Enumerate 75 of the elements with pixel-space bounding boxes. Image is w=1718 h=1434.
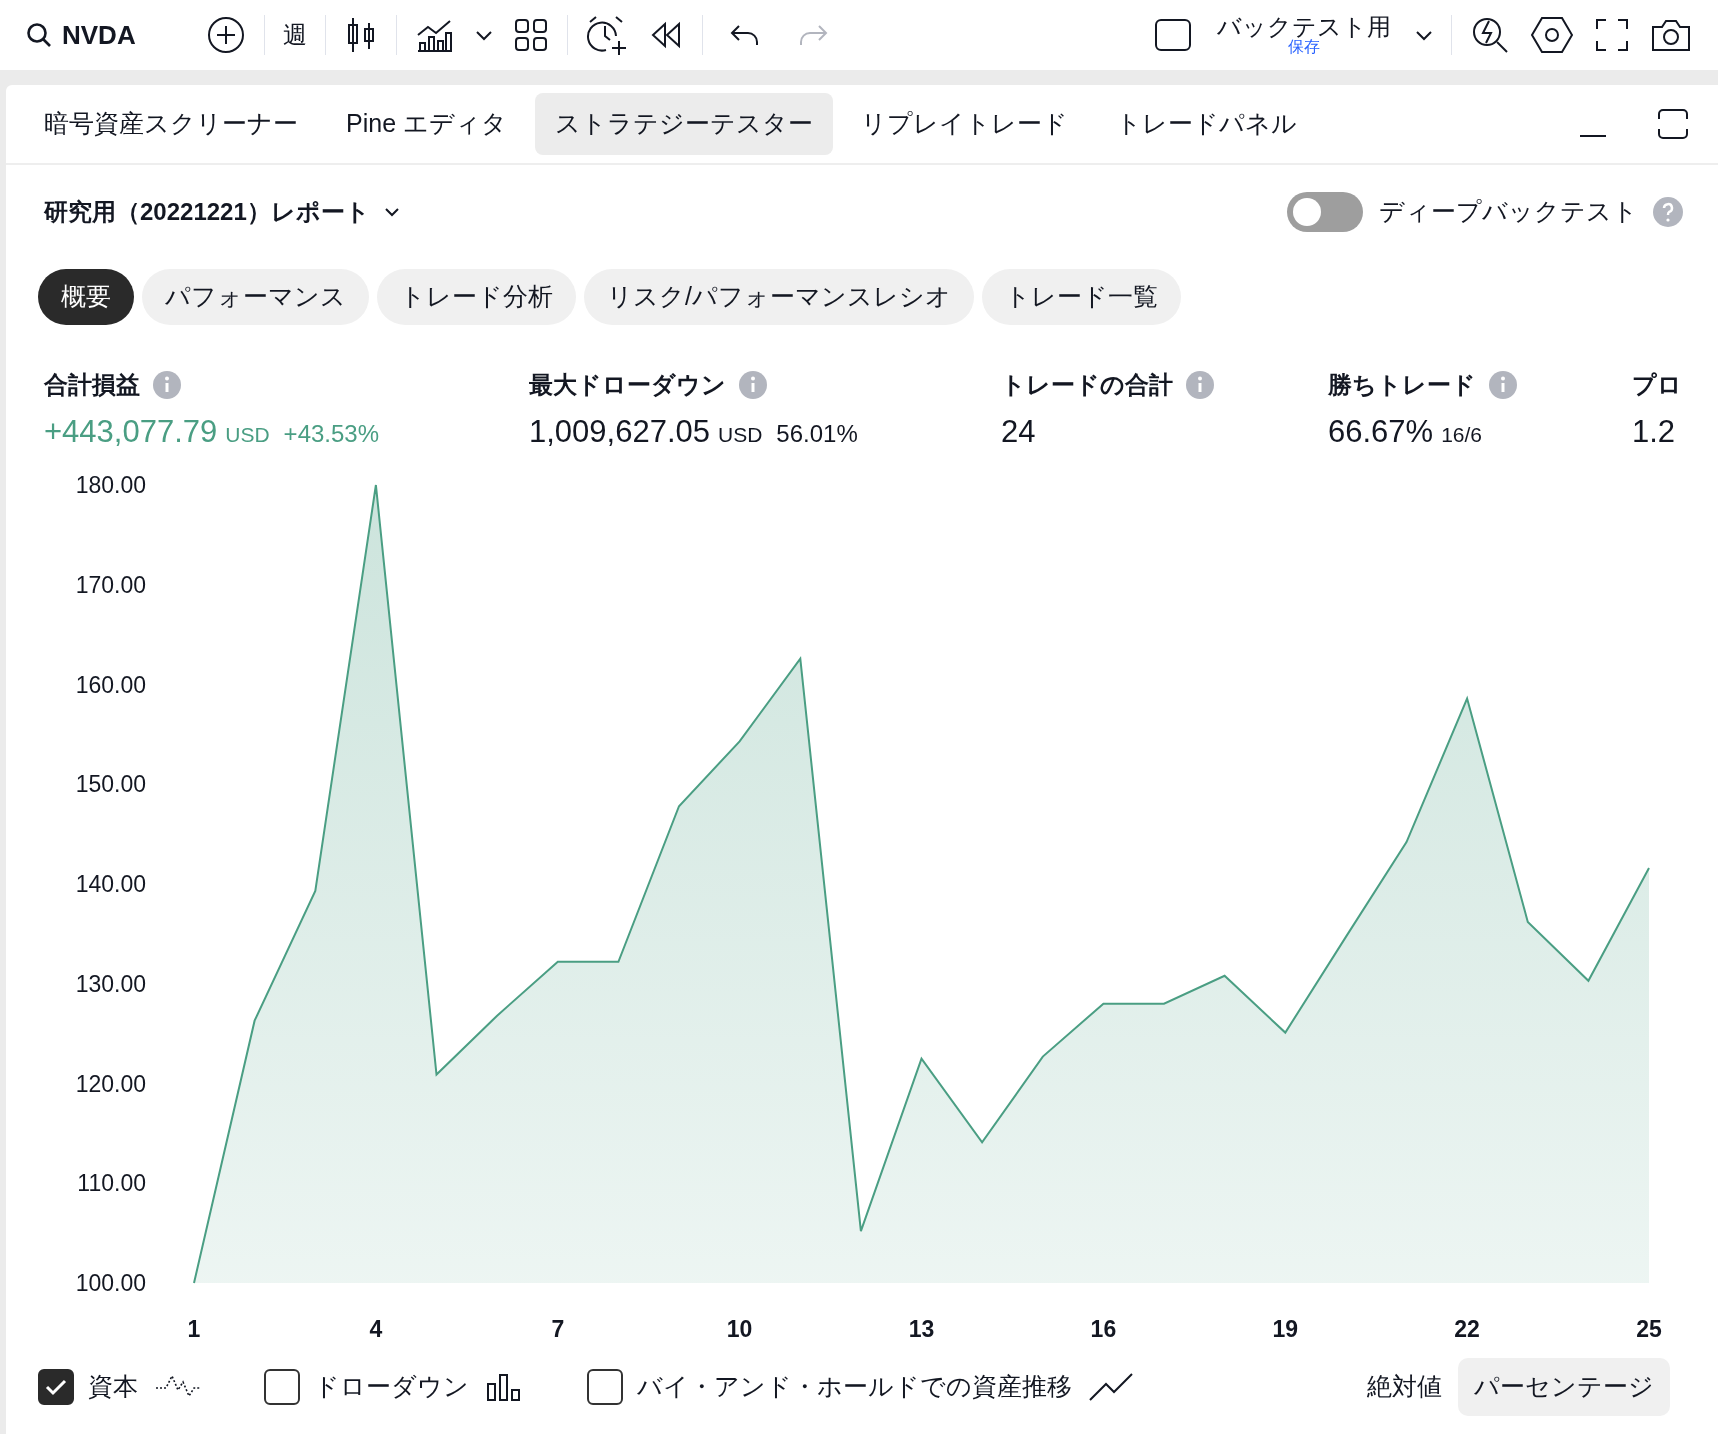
checkbox[interactable] — [264, 1369, 300, 1405]
y-axis-label: 140.00 — [75, 871, 146, 897]
x-axis-label: 10 — [726, 1316, 753, 1342]
grid-icon[interactable] — [512, 17, 549, 53]
metric-label: プロ — [1632, 370, 1682, 400]
y-axis-label: 160.00 — [75, 671, 146, 698]
y-axis-label: 150.00 — [75, 771, 146, 798]
x-axis-label: 7 — [551, 1316, 565, 1342]
legend-label: 資本 — [88, 1371, 138, 1403]
currency-unit: USD — [225, 422, 270, 448]
panel-tab[interactable]: 暗号資産スクリーナー — [24, 93, 318, 155]
layout-icon[interactable] — [1153, 17, 1193, 53]
report-menu-button[interactable]: 研究用（20221221）レポート — [44, 194, 400, 230]
y-axis-label: 170.00 — [75, 571, 146, 598]
metric-percent: +43.53% — [283, 419, 380, 449]
report-tab[interactable]: トレード分析 — [377, 269, 576, 325]
x-axis-label: 13 — [908, 1316, 935, 1342]
y-axis-label: 120.00 — [75, 1070, 146, 1097]
check-icon — [45, 1378, 67, 1396]
report-tab[interactable]: 概要 — [38, 269, 134, 325]
report-tab[interactable]: トレード一覧 — [981, 269, 1181, 325]
panel-tab[interactable]: トレードパネル — [1096, 93, 1317, 155]
alarm-add-icon[interactable] — [585, 14, 628, 56]
camera-icon[interactable] — [1650, 17, 1692, 53]
deep-backtest-toggle[interactable] — [1287, 192, 1363, 232]
metric-value: 66.67% — [1328, 413, 1434, 451]
metric-label: トレードの合計 — [1001, 370, 1173, 400]
metric-value: 1,009,627.05 — [529, 413, 710, 451]
save-status: 保存 — [1288, 39, 1320, 56]
y-axis-label: 130.00 — [75, 970, 146, 997]
x-axis-label: 22 — [1454, 1316, 1480, 1342]
caret-icon[interactable] — [474, 29, 493, 41]
checkbox[interactable] — [38, 1369, 74, 1405]
symbol-search[interactable]: NVDA — [16, 15, 146, 55]
metric-label: 合計損益 — [44, 370, 140, 400]
settings-icon[interactable] — [1530, 15, 1574, 55]
metric-label: 勝ちトレード — [1328, 370, 1476, 400]
deep-backtest-label: ディープバックテスト — [1379, 196, 1638, 228]
trend-line-icon — [1088, 1372, 1134, 1402]
x-axis-label: 25 — [1636, 1316, 1662, 1342]
x-axis-label: 16 — [1090, 1316, 1117, 1342]
x-axis-label: 1 — [187, 1316, 201, 1342]
search-icon — [26, 22, 52, 48]
report-tab[interactable]: パフォーマンス — [142, 269, 369, 325]
y-axis-label: 100.00 — [75, 1270, 146, 1296]
panel-tab[interactable]: リプレイトレード — [841, 93, 1088, 155]
y-axis-label: 110.00 — [77, 1170, 146, 1197]
x-axis-label: 19 — [1272, 1316, 1299, 1342]
panel-tab[interactable]: ストラテジーテスター — [535, 93, 833, 155]
metric-percent: 56.01% — [776, 419, 858, 449]
metric-value: 1.2 — [1632, 413, 1676, 451]
checkbox[interactable] — [587, 1369, 623, 1405]
legend-label: ドローダウン — [314, 1371, 469, 1403]
layout-menu-button[interactable]: バックテスト用 保存 — [1203, 14, 1405, 56]
metric-label: 最大ドローダウン — [529, 370, 726, 400]
caret-icon[interactable] — [1415, 29, 1433, 41]
legend-label: バイ・アンド・ホールドでの資産推移 — [637, 1371, 1072, 1403]
scale-mode-button[interactable]: パーセンテージ — [1458, 1358, 1670, 1416]
metric-value: 24 — [1001, 413, 1036, 451]
metric-detail: 16/6 — [1441, 422, 1482, 448]
layout-name: バックテスト用 — [1217, 14, 1391, 40]
fullscreen-icon[interactable] — [1594, 17, 1630, 53]
caret-icon — [383, 207, 400, 217]
lightning-search-icon[interactable] — [1470, 15, 1510, 55]
add-icon[interactable] — [205, 15, 246, 55]
x-axis-label: 4 — [369, 1316, 383, 1342]
metric-value: +443,077.79 — [44, 413, 218, 451]
currency-unit: USD — [718, 422, 763, 448]
scale-mode-button[interactable]: 絶対値 — [1351, 1358, 1458, 1416]
maximize-icon[interactable] — [1656, 107, 1690, 141]
panel-tab[interactable]: Pine エディタ — [326, 93, 527, 155]
undo-icon[interactable] — [728, 22, 761, 48]
interval-button[interactable]: 週 — [272, 17, 317, 53]
report-tab[interactable]: リスク/パフォーマンスレシオ — [584, 269, 974, 325]
y-axis-label: 180.00 — [75, 472, 146, 498]
